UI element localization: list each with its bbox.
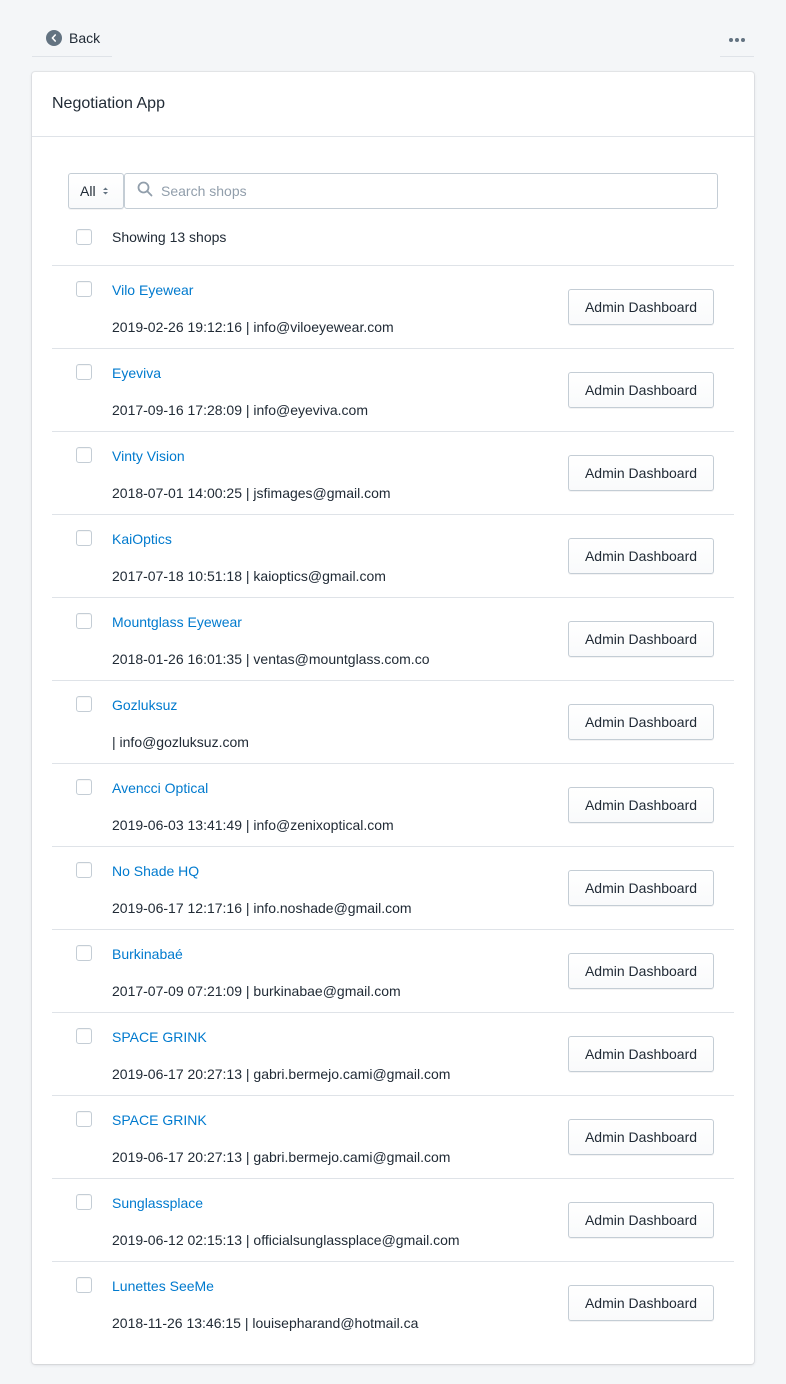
shop-name-link[interactable]: Vilo Eyewear [112,281,193,299]
list-item: Eyeviva 2017-09-16 17:28:09 | info@eyeviv… [52,348,734,431]
admin-dashboard-button[interactable]: Admin Dashboard [568,372,714,408]
list-item: KaiOptics 2017-07-18 10:51:18 | kaioptics… [52,514,734,597]
shop-list: Vilo Eyewear 2019-02-26 19:12:16 | info@v… [52,265,734,1344]
shop-name-link[interactable]: Burkinabaé [112,945,183,963]
shop-checkbox[interactable] [76,364,92,380]
admin-dashboard-button[interactable]: Admin Dashboard [568,1285,714,1321]
shop-name-link[interactable]: Avencci Optical [112,779,208,797]
admin-dashboard-button[interactable]: Admin Dashboard [568,1202,714,1238]
select-arrows-icon [102,186,109,196]
search-input[interactable] [161,183,661,199]
list-item: Vilo Eyewear 2019-02-26 19:12:16 | info@v… [52,265,734,348]
list-item: Gozluksuz | info@gozluksuz.com Admin Dashb… [52,680,734,763]
shop-meta-text: 2019-06-17 12:17:16 | info.noshade@gmail… [112,900,412,916]
shop-meta-text: 2017-07-09 07:21:09 | burkinabae@gmail.c… [112,983,401,999]
shop-checkbox[interactable] [76,862,92,878]
shop-meta-text: 2018-01-26 16:01:35 | ventas@mountglass.… [112,651,430,667]
shop-meta-text: 2019-06-17 20:27:13 | gabri.bermejo.cami… [112,1149,451,1165]
shop-checkbox[interactable] [76,945,92,961]
shop-meta-text: 2019-06-12 02:15:13 | officialsunglasspl… [112,1232,460,1248]
shop-meta-text: 2017-09-16 17:28:09 | info@eyeviva.com [112,402,369,418]
list-item: Mountglass Eyewear 2018-01-26 16:01:35 | … [52,597,734,680]
filter-row: All [68,173,718,209]
shop-meta-text: 2019-02-26 19:12:16 | info@viloeyewear.c… [112,319,394,335]
admin-dashboard-button[interactable]: Admin Dashboard [568,455,714,491]
back-button[interactable]: Back [32,20,112,57]
more-actions-button[interactable] [720,20,754,57]
admin-dashboard-button[interactable]: Admin Dashboard [568,870,714,906]
shop-name-link[interactable]: Eyeviva [112,364,161,382]
chevron-left-circle-icon [46,30,62,46]
list-item: Vinty Vision 2018-07-01 14:00:25 | jsfima… [52,431,734,514]
admin-dashboard-button[interactable]: Admin Dashboard [568,953,714,989]
shop-name-link[interactable]: SPACE GRINK [112,1111,207,1129]
shop-name-link[interactable]: Sunglassplace [112,1194,203,1212]
shop-name-link[interactable]: Lunettes SeeMe [112,1277,214,1295]
admin-dashboard-button[interactable]: Admin Dashboard [568,289,714,325]
admin-dashboard-button[interactable]: Admin Dashboard [568,538,714,574]
horizontal-dots-icon [728,29,746,47]
filter-select[interactable]: All [68,173,124,209]
shop-checkbox[interactable] [76,1277,92,1293]
list-item: No Shade HQ 2019-06-17 12:17:16 | info.no… [52,846,734,929]
shop-name-link[interactable]: SPACE GRINK [112,1028,207,1046]
list-item: Burkinabaé 2017-07-09 07:21:09 | burkinab… [52,929,734,1012]
back-label: Back [69,30,101,46]
list-item: Avencci Optical 2019-06-03 13:41:49 | inf… [52,763,734,846]
card-header: Negotiation App [32,72,754,137]
shop-checkbox[interactable] [76,530,92,546]
shop-checkbox[interactable] [76,613,92,629]
shop-checkbox[interactable] [76,1194,92,1210]
shop-name-link[interactable]: Vinty Vision [112,447,185,465]
shop-checkbox[interactable] [76,779,92,795]
admin-dashboard-button[interactable]: Admin Dashboard [568,1036,714,1072]
shop-checkbox[interactable] [76,1111,92,1127]
select-all-row: Showing 13 shops [76,229,226,245]
shop-name-link[interactable]: Gozluksuz [112,696,177,714]
filter-select-value: All [80,183,96,199]
shop-name-link[interactable]: Mountglass Eyewear [112,613,242,631]
list-item: SPACE GRINK 2019-06-17 20:27:13 | gabri.b… [52,1012,734,1095]
shop-meta-text: 2017-07-18 10:51:18 | kaioptics@gmail.co… [112,568,386,584]
shop-checkbox[interactable] [76,281,92,297]
page-title: Negotiation App [52,95,165,112]
admin-dashboard-button[interactable]: Admin Dashboard [568,787,714,823]
list-item: SPACE GRINK 2019-06-17 20:27:13 | gabri.b… [52,1095,734,1178]
shop-checkbox[interactable] [76,447,92,463]
admin-dashboard-button[interactable]: Admin Dashboard [568,704,714,740]
top-bar: Back [32,20,754,57]
shops-card: Negotiation App All Showing 13 shops Vil… [32,72,754,1364]
shop-meta-text: 2019-06-17 20:27:13 | gabri.bermejo.cami… [112,1066,451,1082]
showing-count-label: Showing 13 shops [112,229,227,245]
shop-name-link[interactable]: No Shade HQ [112,862,199,880]
list-item: Sunglassplace 2019-06-12 02:15:13 | offic… [52,1178,734,1261]
admin-dashboard-button[interactable]: Admin Dashboard [568,1119,714,1155]
search-icon [137,181,153,202]
shop-checkbox[interactable] [76,1028,92,1044]
shop-meta-text: | info@gozluksuz.com [112,734,249,750]
shop-meta-text: 2019-06-03 13:41:49 | info@zenixoptical.… [112,817,394,833]
admin-dashboard-button[interactable]: Admin Dashboard [568,621,714,657]
select-all-checkbox[interactable] [76,229,92,245]
shop-meta-text: 2018-07-01 14:00:25 | jsfimages@gmail.co… [112,485,391,501]
list-item: Lunettes SeeMe 2018-11-26 13:46:15 | loui… [52,1261,734,1344]
shop-name-link[interactable]: KaiOptics [112,530,172,548]
shop-meta-text: 2018-11-26 13:46:15 | louisepharand@hotm… [112,1315,419,1331]
shop-checkbox[interactable] [76,696,92,712]
search-field[interactable] [124,173,718,209]
